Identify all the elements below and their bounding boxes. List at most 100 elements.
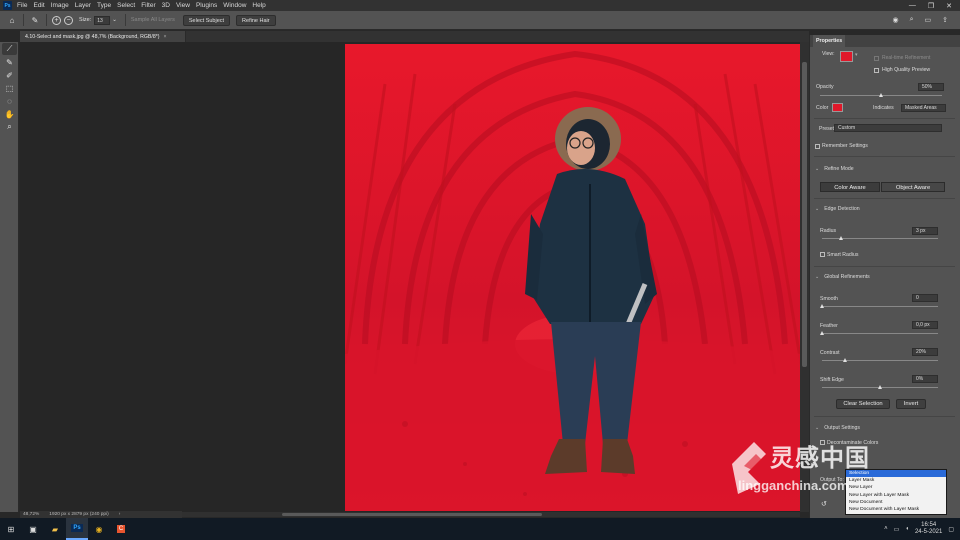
scroll-thumb[interactable] xyxy=(802,62,807,367)
list-item[interactable]: New Document xyxy=(846,499,946,506)
search-icon[interactable]: ⌕ xyxy=(910,16,914,24)
list-item[interactable]: Layer Mask xyxy=(846,477,946,484)
overlay-color-swatch[interactable] xyxy=(832,103,843,112)
chevron-right-icon[interactable]: › xyxy=(119,512,121,517)
workspace-icon[interactable]: ▭ xyxy=(925,16,932,24)
restore-icon[interactable]: ❐ xyxy=(928,2,934,10)
list-item[interactable]: Selection xyxy=(846,470,946,478)
reset-icon[interactable]: ↺ xyxy=(821,500,827,508)
chevron-up-icon[interactable]: ˄ xyxy=(884,526,888,532)
remember-settings-checkbox[interactable] xyxy=(815,144,820,149)
smart-radius-checkbox[interactable] xyxy=(820,252,825,257)
select-subject-button[interactable]: Select Subject xyxy=(182,14,231,26)
volume-icon[interactable]: ◖ xyxy=(905,526,909,532)
contrast-input[interactable]: 20% xyxy=(912,348,938,356)
invert-button[interactable]: Invert xyxy=(896,399,926,409)
task-view-icon[interactable]: ▣ xyxy=(22,518,44,540)
minimize-icon[interactable]: — xyxy=(909,2,916,10)
contrast-slider-knob[interactable] xyxy=(843,358,847,362)
notifications-icon[interactable]: ▢ xyxy=(948,526,954,533)
menu-window[interactable]: Window xyxy=(223,2,246,9)
smooth-input[interactable]: 0 xyxy=(912,294,938,302)
chevron-down-icon[interactable]: ▾ xyxy=(855,52,858,58)
add-to-selection-icon[interactable]: + xyxy=(52,15,61,25)
list-item[interactable]: New Layer with Layer Mask xyxy=(846,492,946,499)
smooth-slider-knob[interactable] xyxy=(820,304,824,308)
photoshop-taskbar-icon[interactable]: Ps xyxy=(66,518,88,540)
refine-mode-section[interactable]: ⌄ Refine Mode xyxy=(815,166,854,172)
high-quality-preview-checkbox[interactable] xyxy=(874,68,879,73)
windows-taskbar: ⊞ ▣ ▰ Ps ◉ C ˄ ▭ ◖ 16:54 24-5-2021 ▢ xyxy=(0,518,960,540)
clear-selection-button[interactable]: Clear Selection xyxy=(836,399,890,409)
shift-edge-input[interactable]: 0% xyxy=(912,375,938,383)
menu-view[interactable]: View xyxy=(176,2,190,9)
home-icon[interactable]: ⌂ xyxy=(6,14,18,26)
vertical-scrollbar[interactable] xyxy=(800,42,809,512)
feather-input[interactable]: 0,0 px xyxy=(912,321,938,329)
quick-selection-tool-icon[interactable]: ⟋ xyxy=(2,43,17,55)
close-icon[interactable]: × xyxy=(163,34,166,40)
menu-image[interactable]: Image xyxy=(51,2,69,9)
size-input[interactable]: 13 xyxy=(94,15,111,25)
object-aware-button[interactable]: Object Aware xyxy=(881,182,945,192)
horizontal-scrollbar[interactable] xyxy=(182,512,800,517)
opacity-slider-knob[interactable] xyxy=(879,93,883,97)
brush-tool-icon[interactable]: ✐ xyxy=(2,69,17,81)
smooth-slider[interactable] xyxy=(822,306,938,307)
menu-select[interactable]: Select xyxy=(117,2,135,9)
output-settings-section[interactable]: ⌄ Output Settings xyxy=(815,425,860,431)
feather-slider[interactable] xyxy=(822,333,938,334)
file-explorer-icon[interactable]: ▰ xyxy=(44,518,66,540)
tab-properties[interactable]: Properties xyxy=(813,35,846,47)
menu-file[interactable]: File xyxy=(17,2,27,9)
menu-edit[interactable]: Edit xyxy=(33,2,44,9)
close-icon[interactable]: ✕ xyxy=(946,2,952,10)
contrast-slider[interactable] xyxy=(822,360,938,361)
document-tab[interactable]: 4.10-Select and mask.jpg @ 48,7% (Backgr… xyxy=(20,31,186,42)
clock[interactable]: 16:54 24-5-2021 xyxy=(915,522,942,536)
brush-tool-icon[interactable]: ✎ xyxy=(29,14,41,26)
color-aware-button[interactable]: Color Aware xyxy=(820,182,880,192)
user-icon[interactable]: ◉ xyxy=(892,16,898,24)
refine-hair-button[interactable]: Refine Hair xyxy=(236,14,276,26)
zoom-level[interactable]: 48,72% xyxy=(23,512,39,517)
feather-slider-knob[interactable] xyxy=(820,331,824,335)
network-icon[interactable]: ▭ xyxy=(894,526,900,533)
global-refinements-section[interactable]: ⌄ Global Refinements xyxy=(815,274,870,280)
lasso-tool-icon[interactable]: ◌ xyxy=(2,95,17,107)
list-item[interactable]: New Layer xyxy=(846,484,946,491)
real-time-refinement-checkbox[interactable] xyxy=(874,56,879,61)
chrome-icon[interactable]: ◉ xyxy=(88,518,110,540)
menu-type[interactable]: Type xyxy=(97,2,111,9)
view-mode-thumbnail[interactable] xyxy=(840,51,853,62)
subtract-from-selection-icon[interactable]: − xyxy=(64,15,73,25)
hand-tool-icon[interactable]: ✋ xyxy=(2,108,17,120)
size-label: Size: xyxy=(79,17,92,23)
scroll-thumb[interactable] xyxy=(282,513,542,516)
sample-all-layers-checkbox[interactable]: Sample All Layers xyxy=(131,17,175,23)
radius-slider-knob[interactable] xyxy=(839,236,843,240)
menu-help[interactable]: Help xyxy=(252,2,265,9)
menu-3d[interactable]: 3D xyxy=(162,2,170,9)
edge-detection-section[interactable]: ⌄ Edge Detection xyxy=(815,206,860,212)
menu-plugins[interactable]: Plugins xyxy=(196,2,217,9)
share-icon[interactable]: ⇪ xyxy=(942,16,948,24)
divider xyxy=(814,198,955,199)
refine-edge-brush-icon[interactable]: ✎ xyxy=(2,56,17,68)
menu-filter[interactable]: Filter xyxy=(141,2,155,9)
document-image[interactable] xyxy=(345,44,801,511)
windows-start-icon[interactable]: ⊞ xyxy=(0,518,22,540)
panel-header: Properties xyxy=(810,35,960,47)
preset-select[interactable]: Custom xyxy=(834,124,942,132)
list-item[interactable]: New Document with Layer Mask xyxy=(846,506,946,513)
opacity-input[interactable]: 50% xyxy=(918,83,944,91)
zoom-tool-icon[interactable]: ⌕ xyxy=(2,121,17,133)
shift-edge-slider-knob[interactable] xyxy=(878,385,882,389)
decontaminate-colors-checkbox[interactable] xyxy=(820,440,825,445)
indicates-select[interactable]: Masked Areas xyxy=(901,104,946,112)
radius-input[interactable]: 3 px xyxy=(912,227,938,235)
object-selection-tool-icon[interactable]: ⬚ xyxy=(2,82,17,94)
chevron-down-icon[interactable]: ⌄ xyxy=(112,17,117,23)
menu-layer[interactable]: Layer xyxy=(75,2,91,9)
recorder-app-icon[interactable]: C xyxy=(110,518,132,540)
